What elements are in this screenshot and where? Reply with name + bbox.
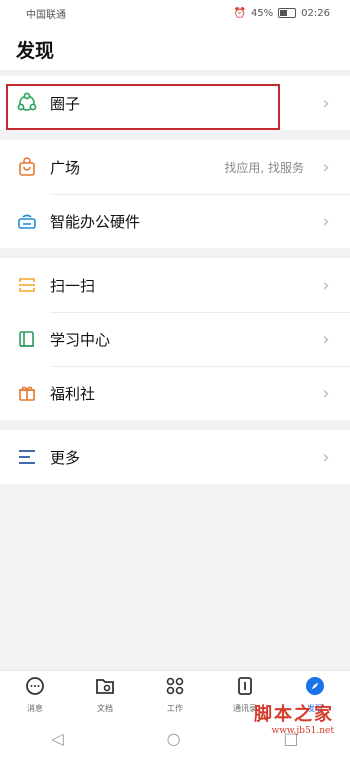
back-icon[interactable]: ◁ bbox=[51, 729, 63, 748]
alarm-icon: ⏰ bbox=[233, 7, 246, 19]
gift-icon bbox=[16, 382, 38, 404]
tab-item[interactable]: 工作 bbox=[145, 676, 205, 714]
menu-icon bbox=[16, 446, 38, 468]
list-item-label: 智能办公硬件 bbox=[50, 212, 141, 231]
discover-list: 圈子 › 广场 找应用, 找服务 › 智能办公硬件 › 扫一扫 › 学习中心 › 福利社 › 更多 › bbox=[0, 76, 350, 484]
battery-icon bbox=[278, 8, 297, 18]
list-item-label: 更多 bbox=[50, 448, 81, 467]
list-group: 扫一扫 › 学习中心 › 福利社 › bbox=[0, 258, 350, 420]
scan-icon bbox=[16, 274, 38, 296]
grid-icon bbox=[165, 676, 185, 700]
list-item-label: 学习中心 bbox=[50, 330, 111, 349]
tab-label: 消息 bbox=[27, 704, 43, 713]
list-item[interactable]: 智能办公硬件 › bbox=[0, 194, 350, 248]
shopping-bag-icon bbox=[16, 156, 38, 178]
smart-device-icon bbox=[16, 210, 38, 232]
book-icon bbox=[16, 328, 38, 350]
list-item[interactable]: 学习中心 › bbox=[0, 312, 350, 366]
tab-item[interactable]: 消息 bbox=[5, 676, 65, 714]
chevron-right-icon: › bbox=[322, 274, 330, 296]
circle-icon bbox=[16, 92, 38, 114]
list-item[interactable]: 扫一扫 › bbox=[0, 258, 350, 312]
document-icon bbox=[95, 676, 115, 700]
chat-icon bbox=[25, 676, 45, 700]
list-group: 圈子 › bbox=[0, 76, 350, 130]
list-item-label: 圈子 bbox=[50, 94, 81, 113]
status-bar: 中国联通 ⏰ 45% 02:26 bbox=[0, 0, 350, 26]
list-item-label: 福利社 bbox=[50, 384, 96, 403]
battery-percent: 45% bbox=[250, 7, 274, 19]
tab-label: 工作 bbox=[167, 704, 183, 713]
list-item[interactable]: 更多 › bbox=[0, 430, 350, 484]
watermark: 脚本之家 www.jb51.net bbox=[254, 700, 334, 736]
list-item-label: 扫一扫 bbox=[50, 276, 96, 295]
home-icon[interactable]: ○ bbox=[167, 729, 181, 748]
tab-item[interactable]: 文档 bbox=[75, 676, 135, 714]
watermark-url: www.jb51.net bbox=[271, 726, 334, 736]
page-header: 发现 bbox=[0, 26, 350, 70]
clock: 02:26 bbox=[301, 7, 330, 19]
chevron-right-icon: › bbox=[322, 210, 330, 232]
list-item[interactable]: 福利社 › bbox=[0, 366, 350, 420]
chevron-right-icon: › bbox=[322, 382, 330, 404]
list-item-subtitle: 找应用, 找服务 bbox=[224, 160, 304, 175]
list-group: 广场 找应用, 找服务 › 智能办公硬件 › bbox=[0, 140, 350, 248]
chevron-right-icon: › bbox=[322, 156, 330, 178]
watermark-title: 脚本之家 bbox=[254, 704, 334, 725]
carrier: 中国联通 bbox=[26, 9, 66, 21]
list-group: 更多 › bbox=[0, 430, 350, 484]
chevron-right-icon: › bbox=[322, 92, 330, 114]
list-item[interactable]: 广场 找应用, 找服务 › bbox=[0, 140, 350, 194]
compass-icon bbox=[305, 676, 325, 700]
tab-label: 文档 bbox=[97, 704, 113, 713]
list-item[interactable]: 圈子 › bbox=[0, 76, 350, 130]
contacts-icon bbox=[235, 676, 255, 700]
chevron-right-icon: › bbox=[322, 446, 330, 468]
list-item-label: 广场 bbox=[50, 158, 81, 177]
chevron-right-icon: › bbox=[322, 328, 330, 350]
page-title: 发现 bbox=[16, 40, 55, 62]
